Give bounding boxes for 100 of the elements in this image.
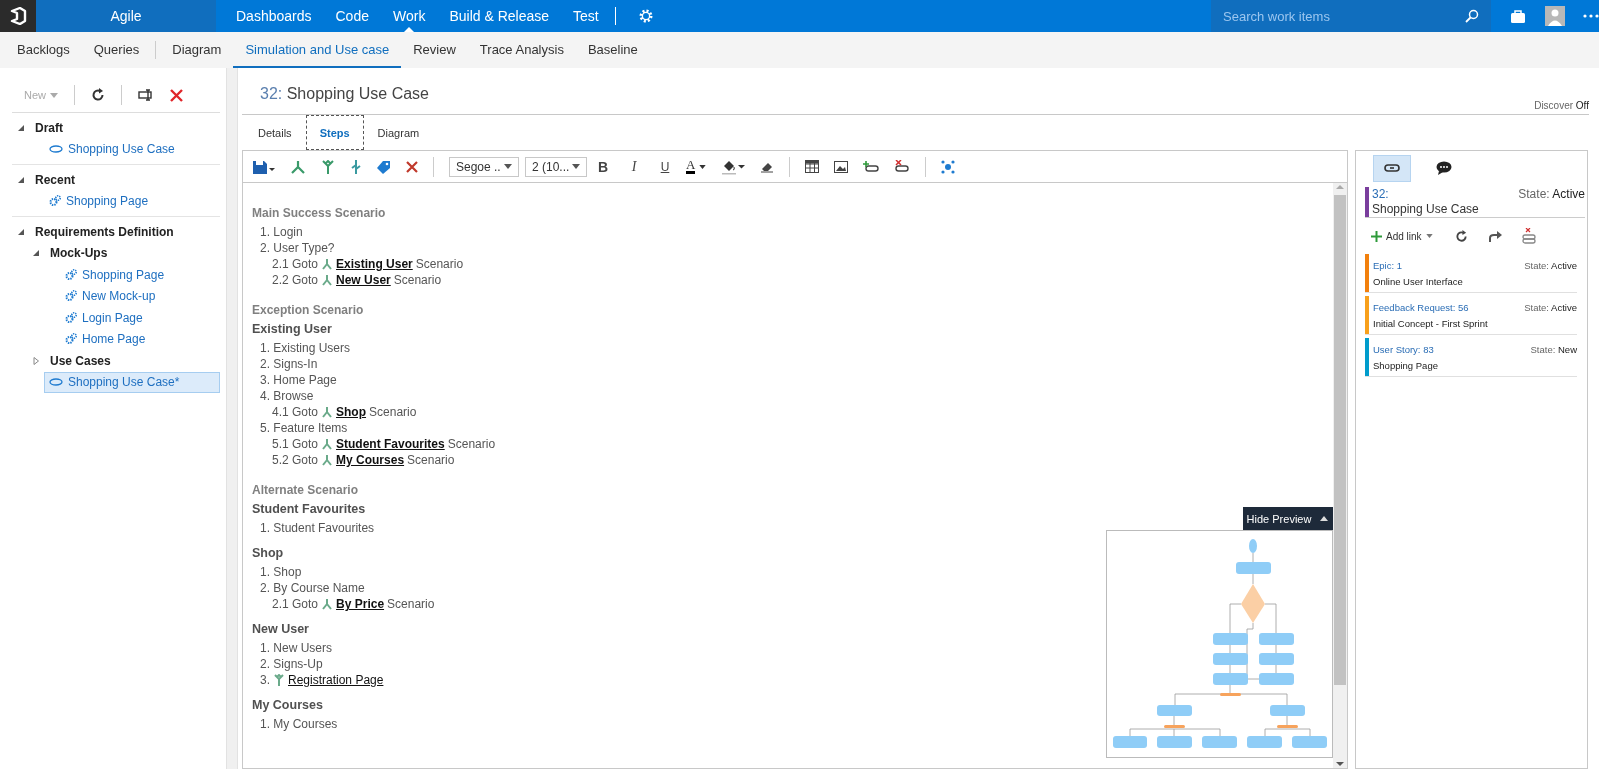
- refresh-icon[interactable]: [1454, 229, 1468, 243]
- nav-link[interactable]: Code: [323, 0, 381, 32]
- caret-icon: [504, 164, 512, 169]
- comment-icon: [1436, 161, 1452, 175]
- scenario-link[interactable]: Existing User: [336, 256, 413, 272]
- linked-work-item[interactable]: User Story: 83 State: New Shopping Page: [1365, 338, 1577, 377]
- links-tab[interactable]: [1373, 154, 1411, 182]
- tree-item[interactable]: Shopping Page: [60, 264, 170, 286]
- form-tab[interactable]: Details: [244, 115, 306, 150]
- tree-item[interactable]: New Mock-up: [60, 285, 161, 307]
- refresh-icon[interactable]: [91, 88, 105, 102]
- search-icon[interactable]: [1465, 9, 1479, 23]
- hub-tab[interactable]: Queries: [81, 32, 152, 68]
- table-icon[interactable]: [805, 160, 820, 173]
- remove-link-icon[interactable]: [894, 159, 911, 174]
- gears-icon: [65, 333, 77, 346]
- remove-link-icon[interactable]: [1521, 228, 1536, 244]
- work-item-id[interactable]: 32:: [1372, 187, 1519, 202]
- add-link-icon[interactable]: [863, 160, 880, 173]
- work-item-name: Shopping Use Case: [1372, 202, 1480, 217]
- tree-section-label[interactable]: Recent: [35, 172, 75, 187]
- delete-icon[interactable]: [170, 88, 183, 102]
- expand-toggle-icon[interactable]: [17, 175, 25, 184]
- network-icon[interactable]: [941, 159, 956, 174]
- gears-icon: [65, 311, 77, 324]
- eraser-icon[interactable]: [760, 160, 775, 173]
- image-icon[interactable]: [834, 160, 849, 173]
- scenario-link[interactable]: Shop: [336, 404, 367, 420]
- expand-toggle-icon[interactable]: [17, 227, 25, 236]
- linked-work-item[interactable]: Feedback Request: 56 State: Active Initial Concept - First Sprint: [1365, 296, 1577, 335]
- hub-tab[interactable]: Simulation and Use case: [233, 32, 402, 68]
- branch-icon[interactable]: [290, 159, 306, 174]
- step-suffix: Scenario: [415, 256, 464, 272]
- format-button[interactable]: I: [628, 158, 640, 175]
- save-icon[interactable]: [253, 159, 275, 174]
- hub-tab[interactable]: Backlogs: [5, 32, 82, 68]
- settings-icon[interactable]: [637, 8, 654, 24]
- work-item-link[interactable]: User Story: 83: [1373, 342, 1434, 358]
- more-icon[interactable]: [1583, 14, 1599, 18]
- tree-item[interactable]: Shopping Use Case: [44, 138, 180, 160]
- hide-preview-button[interactable]: Hide Preview: [1243, 507, 1333, 530]
- tree-folder-label[interactable]: Use Cases: [50, 353, 111, 368]
- expand-toggle-icon[interactable]: [32, 356, 40, 365]
- nav-link[interactable]: Build & Release: [437, 0, 561, 32]
- hub-tab[interactable]: Baseline: [575, 32, 650, 68]
- hub-tab[interactable]: Diagram: [160, 32, 234, 68]
- delete-icon[interactable]: [406, 160, 418, 173]
- bag-icon[interactable]: [1511, 9, 1525, 23]
- scrollbar[interactable]: [1333, 183, 1347, 768]
- font-dropdown[interactable]: Segoe ..: [449, 156, 519, 177]
- tree-section-label[interactable]: Requirements Definition: [35, 224, 174, 239]
- caret-icon: [572, 164, 580, 169]
- expand-toggle-icon[interactable]: [32, 249, 40, 258]
- flow-title: Existing User: [252, 321, 333, 337]
- tree-item[interactable]: Shopping Use Case*: [44, 371, 220, 393]
- scenario-link[interactable]: My Courses: [336, 452, 405, 468]
- scenario-link[interactable]: New User: [336, 272, 391, 288]
- fork-icon[interactable]: [350, 159, 362, 174]
- branch-icon: [322, 438, 333, 450]
- splitter-handle[interactable]: [226, 68, 238, 769]
- work-item-link[interactable]: Feedback Request: 56: [1373, 300, 1469, 316]
- tree-item[interactable]: Shopping Page: [44, 190, 154, 212]
- font-color-button[interactable]: A: [686, 159, 707, 174]
- step-text: 1. Existing Users: [259, 340, 352, 356]
- redo-icon[interactable]: [1487, 230, 1502, 242]
- expand-toggle-icon[interactable]: [17, 123, 25, 132]
- rename-icon[interactable]: [138, 89, 154, 101]
- logo-icon[interactable]: [0, 0, 36, 32]
- caret-icon: [699, 164, 707, 169]
- scenario-link[interactable]: Student Favourites: [336, 436, 445, 452]
- work-item-link[interactable]: Epic: 1: [1373, 258, 1403, 274]
- hub-tab[interactable]: Trace Analysis: [467, 32, 576, 68]
- discover-toggle[interactable]: Discover Off: [1534, 100, 1589, 111]
- fill-color-icon[interactable]: [721, 158, 746, 175]
- form-tab[interactable]: Diagram: [363, 115, 434, 150]
- scenario-link[interactable]: By Price: [336, 596, 385, 612]
- nav-link[interactable]: Dashboards: [224, 0, 324, 32]
- format-button[interactable]: B: [597, 158, 609, 175]
- page-link[interactable]: Registration Page: [288, 672, 384, 688]
- step-text: 2. Signs-Up: [259, 656, 324, 672]
- state-text: State: Active: [1524, 259, 1577, 273]
- scenario-heading: Main Success Scenario: [252, 205, 387, 221]
- nav-link[interactable]: Work: [380, 0, 438, 32]
- tree-folder-label[interactable]: Mock-Ups: [50, 246, 108, 261]
- hub-tab[interactable]: Review: [401, 32, 468, 68]
- font-size-dropdown[interactable]: 2 (10...: [525, 156, 587, 177]
- step-text: 1. My Courses: [259, 716, 339, 732]
- caret-icon: [1425, 234, 1433, 238]
- add-link-button[interactable]: Add link: [1371, 230, 1433, 242]
- flow-title: New User: [252, 621, 310, 637]
- linked-work-item[interactable]: Epic: 1 State: Active Online User Interface: [1365, 254, 1577, 293]
- tree-item[interactable]: Login Page: [60, 307, 148, 329]
- tree-section-label[interactable]: Draft: [35, 120, 63, 135]
- merge-icon[interactable]: [321, 159, 335, 174]
- tree-item[interactable]: Home Page: [60, 328, 151, 350]
- nav-link[interactable]: Test: [561, 0, 611, 32]
- project-name[interactable]: Agile: [36, 0, 216, 32]
- tag-icon[interactable]: [377, 159, 391, 174]
- form-tab[interactable]: Steps: [305, 115, 364, 150]
- format-button[interactable]: U: [659, 159, 671, 174]
